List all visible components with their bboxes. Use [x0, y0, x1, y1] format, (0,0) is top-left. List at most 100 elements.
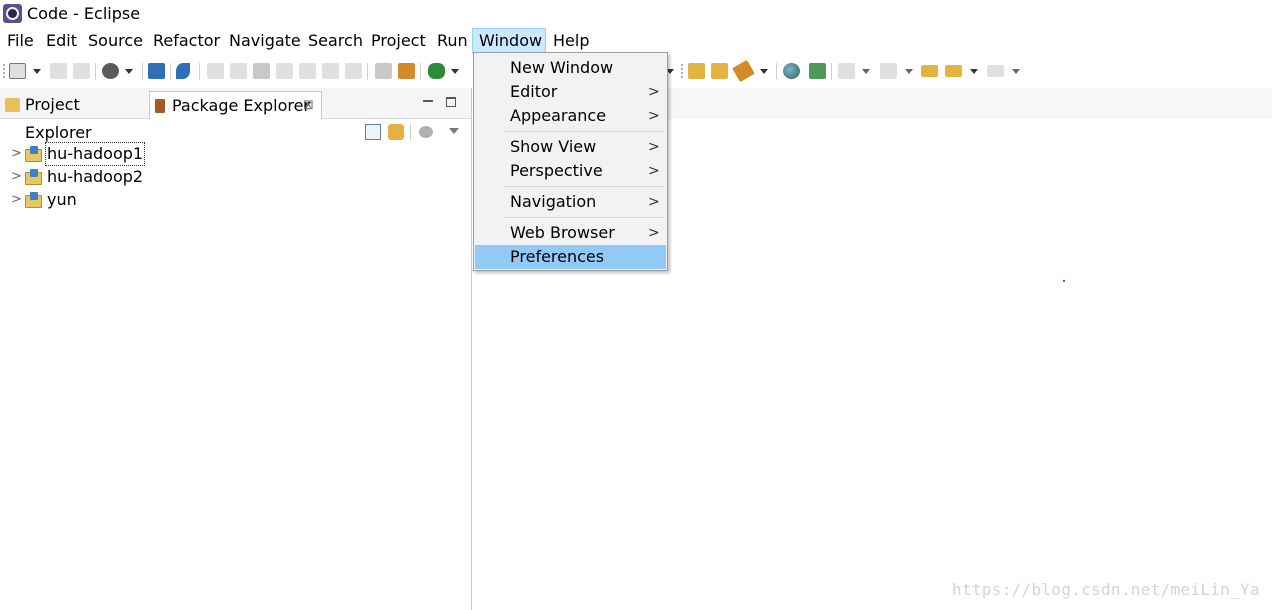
toolbar-separator	[410, 124, 411, 140]
save-icon[interactable]	[50, 63, 67, 79]
package-explorer-icon	[155, 99, 165, 113]
expand-icon[interactable]: >	[11, 192, 22, 208]
step-into-icon[interactable]	[299, 63, 316, 79]
toolbar-separator	[170, 63, 171, 80]
menu-item-new-window[interactable]: New Window	[475, 56, 666, 80]
collapse-all-icon[interactable]	[365, 124, 381, 140]
toolbar-separator	[95, 63, 96, 80]
watermark: https://blog.csdn.net/meiLin_Ya	[952, 580, 1260, 599]
toolbar-separator	[831, 63, 832, 80]
tree-item-label: yun	[47, 190, 77, 209]
terminate-icon[interactable]	[253, 63, 270, 79]
open-folder-icon[interactable]	[711, 63, 728, 79]
tab-project-explorer[interactable]: Project Explorer	[2, 91, 148, 142]
menu-item-label: Appearance	[510, 106, 607, 125]
debug-dropdown-icon[interactable]	[451, 69, 459, 74]
package-explorer-view: Project Explorer Package Explorer ⊠ > hu…	[0, 88, 472, 610]
expand-icon[interactable]: >	[11, 146, 22, 162]
last-edit-location-icon[interactable]	[921, 65, 938, 77]
project-explorer-icon	[5, 98, 20, 112]
menu-item-label: Preferences	[510, 247, 605, 266]
menu-window[interactable]: Window	[472, 28, 546, 54]
menu-refactor[interactable]: Refactor	[153, 29, 220, 53]
menu-search[interactable]: Search	[308, 29, 363, 53]
java-project-icon	[25, 146, 42, 162]
submenu-arrow-icon: >	[648, 108, 660, 124]
menu-source[interactable]: Source	[88, 29, 143, 53]
search-icon[interactable]	[809, 63, 826, 79]
close-icon[interactable]: ⊠	[303, 92, 314, 120]
forward-icon[interactable]	[987, 65, 1004, 77]
submenu-arrow-icon: >	[648, 84, 660, 100]
open-type-icon[interactable]	[688, 63, 705, 79]
tree-item-hu-hadoop2[interactable]: > hu-hadoop2	[0, 166, 471, 189]
tree-item-hu-hadoop1[interactable]: > hu-hadoop1	[0, 142, 471, 166]
menu-project[interactable]: Project	[371, 29, 426, 53]
filter-icon[interactable]	[419, 126, 433, 138]
menu-item-label: Navigation	[510, 192, 597, 211]
project-tree: > hu-hadoop1 > hu-hadoop2 > yun	[0, 142, 471, 212]
disconnect-icon[interactable]	[276, 63, 293, 79]
use-step-filters-icon[interactable]	[375, 63, 392, 79]
next-annotation-dropdown-icon[interactable]	[862, 69, 870, 74]
toolbar-separator	[199, 63, 200, 80]
toolbar-grip[interactable]	[681, 64, 683, 78]
submenu-arrow-icon: >	[648, 139, 660, 155]
forward-dropdown-icon[interactable]	[1012, 69, 1020, 74]
back-icon[interactable]	[945, 65, 962, 77]
profile-dropdown-icon[interactable]	[125, 69, 133, 74]
toolbar-grip[interactable]	[3, 64, 5, 78]
title-bar: Code - Eclipse	[0, 0, 1272, 28]
suspend-icon[interactable]	[230, 63, 247, 79]
eclipse-icon	[3, 4, 22, 23]
step-return-icon[interactable]	[345, 63, 362, 79]
resume-icon[interactable]	[207, 63, 224, 79]
back-dropdown-icon[interactable]	[970, 69, 978, 74]
save-all-icon[interactable]	[73, 63, 90, 79]
view-menu-icon[interactable]	[449, 128, 459, 134]
menu-file[interactable]: File	[7, 29, 34, 53]
menu-navigate[interactable]: Navigate	[229, 29, 301, 53]
view-tab-strip: Project Explorer Package Explorer ⊠	[0, 88, 471, 142]
menu-item-navigation[interactable]: Navigation >	[475, 190, 666, 214]
menu-item-web-browser[interactable]: Web Browser >	[475, 221, 666, 245]
menu-help[interactable]: Help	[553, 29, 589, 53]
tab-label: Package Explorer	[172, 96, 311, 115]
step-over-icon[interactable]	[322, 63, 339, 79]
next-annotation-icon[interactable]	[838, 63, 855, 79]
new-icon[interactable]	[9, 63, 26, 79]
drop-to-frame-icon[interactable]	[398, 63, 415, 79]
menu-item-preferences[interactable]: Preferences	[475, 245, 666, 269]
menu-item-appearance[interactable]: Appearance >	[475, 104, 666, 128]
view-toolbar	[0, 124, 471, 142]
tree-item-yun[interactable]: > yun	[0, 189, 471, 212]
menu-item-label: Show View	[510, 137, 597, 156]
menu-item-perspective[interactable]: Perspective >	[475, 159, 666, 183]
launch-icon[interactable]	[732, 59, 755, 83]
previous-annotation-icon[interactable]	[880, 63, 897, 79]
terminal-icon[interactable]	[148, 63, 165, 79]
toolbar-separator	[776, 63, 777, 80]
debug-icon[interactable]	[428, 63, 445, 79]
profile-icon[interactable]	[102, 63, 119, 79]
skip-breakpoints-icon[interactable]	[176, 63, 190, 79]
menu-item-label: Editor	[510, 82, 558, 101]
minimize-icon[interactable]	[423, 97, 433, 107]
submenu-arrow-icon: >	[648, 194, 660, 210]
globe-icon[interactable]	[783, 63, 800, 79]
menu-run[interactable]: Run	[437, 29, 468, 53]
link-with-editor-icon[interactable]	[388, 124, 404, 140]
menu-item-show-view[interactable]: Show View >	[475, 135, 666, 159]
maximize-icon[interactable]	[446, 97, 456, 107]
launch-dropdown-icon[interactable]	[760, 69, 768, 74]
submenu-arrow-icon: >	[648, 163, 660, 179]
expand-icon[interactable]: >	[11, 169, 22, 185]
menu-edit[interactable]: Edit	[46, 29, 77, 53]
menu-item-label: New Window	[510, 58, 614, 77]
tab-package-explorer[interactable]: Package Explorer ⊠	[149, 91, 322, 119]
new-dropdown-icon[interactable]	[33, 69, 41, 74]
tree-item-label: hu-hadoop2	[47, 167, 144, 186]
previous-annotation-dropdown-icon[interactable]	[905, 69, 913, 74]
menu-item-editor[interactable]: Editor >	[475, 80, 666, 104]
toolbar-separator	[142, 63, 143, 80]
